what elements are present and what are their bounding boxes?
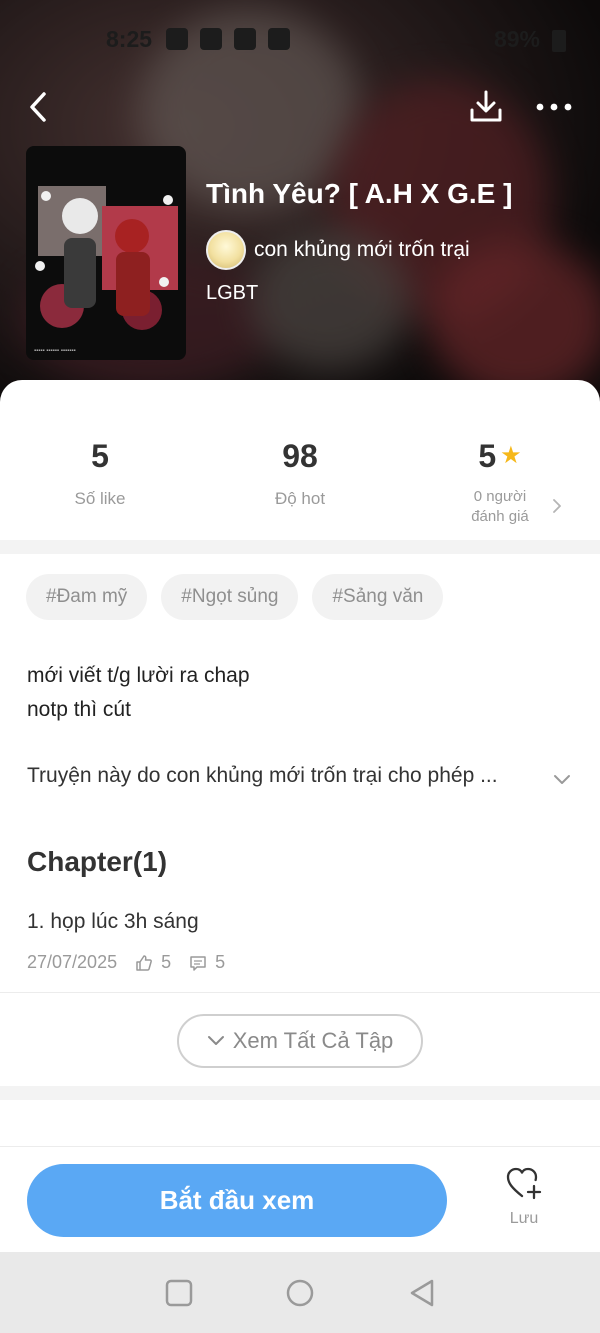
save-label: Lưu [509,1210,539,1227]
battery-percent: 89% [493,26,540,52]
status-bar: 8:25 89% [0,22,600,58]
author-avatar[interactable] [206,230,246,270]
rating-count-label: 0 người [473,488,527,505]
back-nav-icon[interactable] [407,1278,437,1308]
chevron-right-icon[interactable] [550,496,564,516]
star-icon: ★ [500,442,522,469]
author-name[interactable]: con khủng mới trốn trại [254,238,470,262]
likes-value: 5 [91,438,109,474]
chapter-title[interactable]: 1. họp lúc 3h sáng [27,910,199,934]
rating-value: 5 [478,438,497,474]
more-button[interactable] [532,88,576,128]
app-a-icon [234,28,256,50]
comment-icon [190,955,206,971]
tag-chip[interactable]: #Ngọt sủng [161,574,299,620]
see-all-label: Xem Tất Cả Tập [232,1028,394,1053]
bottom-action-bar: Bắt đầu xem Lưu [0,1146,600,1252]
genre-label[interactable]: LGBT [206,282,258,305]
notification-icons [166,28,290,50]
cover-caption-decoration: ▪▪▪▪▪ ▪▪▪▪▪▪ ▪▪▪▪▪▪▪ [34,348,76,354]
chevron-down-icon[interactable] [552,772,572,786]
tag-chip[interactable]: #Sảng văn [312,574,444,620]
chapter-comment-count: 5 [215,952,226,972]
tag-chip[interactable]: #Đam mỹ [26,574,148,620]
chapter-meta: 27/07/2025 5 5 [27,952,225,973]
tag-list: #Đam mỹ #Ngọt sủng #Sảng văn [26,574,444,620]
cover-art-image [35,186,178,330]
description-line-1: mới viết t/g lười ra chap [27,664,250,687]
chevron-down-icon [207,1036,224,1045]
divider [0,992,600,993]
chapter-date: 27/07/2025 [27,952,118,972]
details-card: #Đam mỹ #Ngọt sủng #Sảng văn mới viết t/… [0,554,600,1086]
hot-label: Độ hot [274,489,326,508]
recent-apps-icon[interactable] [164,1278,194,1308]
battery-icon [552,30,566,52]
download-icon [470,90,502,122]
thumbs-up-icon [136,954,153,971]
chapter-heading: Chapter(1) [27,846,168,877]
stat-rating[interactable]: 5 ★ 0 người đánh giá [400,438,600,527]
system-navigation-bar [0,1252,600,1333]
hot-value: 98 [282,438,318,474]
start-reading-button[interactable]: Bắt đầu xem [27,1164,447,1237]
back-arrow-icon [30,92,46,122]
spacer-section [0,1100,600,1146]
shopping-bag-icon [166,28,188,50]
more-dots-icon [536,103,572,111]
home-icon[interactable] [285,1278,315,1308]
stat-likes: 5 Số like [0,438,200,509]
author-row[interactable]: con khủng mới trốn trại [206,230,470,270]
top-action-bar [0,88,600,128]
tiktok-icon [200,28,222,50]
stat-hot: 98 Độ hot [200,438,400,509]
back-button[interactable] [22,88,62,128]
see-all-chapters-button[interactable]: Xem Tất Cả Tập [177,1014,423,1068]
status-time: 8:25 [106,26,153,52]
stats-card: 5 Số like 98 Độ hot 5 ★ 0 người đánh giá [0,380,600,540]
chapter-like-count: 5 [161,952,172,972]
book-title: Tình Yêu? [ A.H X G.E ] [206,178,513,209]
download-button[interactable] [466,88,506,128]
likes-label: Số like [74,489,126,508]
save-button[interactable]: Lưu [490,1167,558,1237]
heart-plus-icon [506,1167,542,1200]
book-cover[interactable]: ▪▪▪▪▪ ▪▪▪▪▪▪ ▪▪▪▪▪▪▪ [26,146,186,360]
youtube-icon [268,28,290,50]
rating-rate-label: đánh giá [471,508,529,525]
permission-text[interactable]: Truyện này do con khủng mới trốn trại ch… [27,764,547,788]
description-line-2: notp thì cút [27,698,131,721]
